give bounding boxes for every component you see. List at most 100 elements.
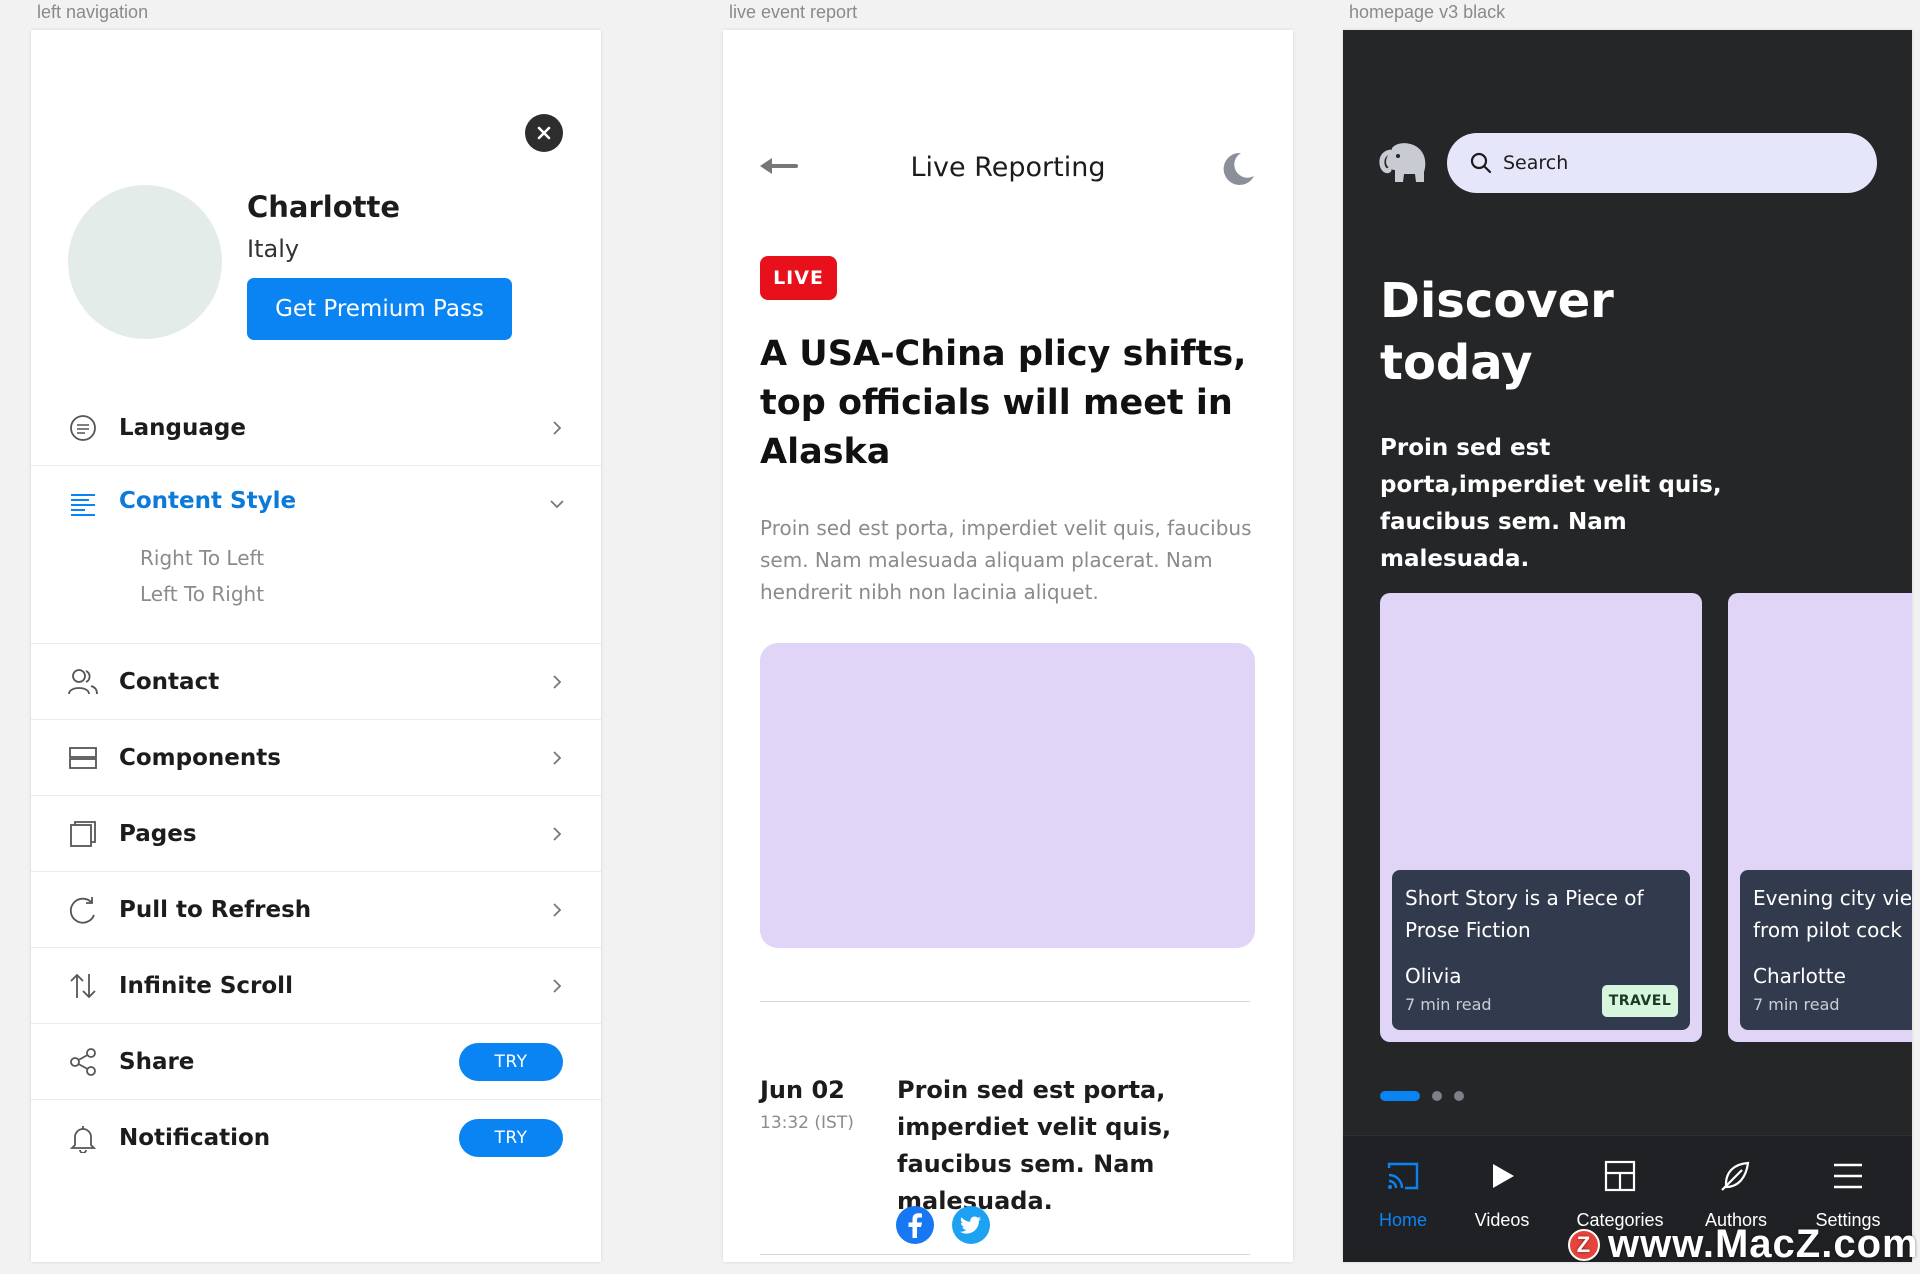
story-author: Olivia <box>1405 964 1462 988</box>
submenu-item-right-to-left[interactable]: Right To Left <box>140 546 264 570</box>
carousel-dot[interactable] <box>1454 1091 1464 1101</box>
search-placeholder: Search <box>1503 152 1569 174</box>
story-card[interactable]: Evening city vie from pilot cock Charlot… <box>1728 593 1912 1042</box>
update-date: Jun 02 <box>760 1076 845 1104</box>
menu-item-contact[interactable]: Contact <box>31 644 601 720</box>
menu-item-components[interactable]: Components <box>31 720 601 796</box>
pages-icon <box>67 818 99 850</box>
cast-icon <box>1383 1156 1423 1196</box>
chevron-right-icon <box>547 824 567 844</box>
tab-settings[interactable]: Settings <box>1798 1156 1898 1231</box>
watermark-text: www.MacZ.com <box>1608 1222 1919 1266</box>
menu-item-pull-to-refresh[interactable]: Pull to Refresh <box>31 872 601 948</box>
menu-item-label: Pages <box>119 820 197 847</box>
menu-item-label: Pull to Refresh <box>119 896 312 923</box>
grid-layout-icon <box>1600 1156 1640 1196</box>
users-icon <box>67 666 99 698</box>
try-button[interactable]: TRY <box>459 1119 563 1157</box>
update-text: Proin sed est porta, imperdiet velit qui… <box>897 1076 1172 1215</box>
sort-arrows-icon <box>67 970 99 1002</box>
get-premium-pass-button[interactable]: Get Premium Pass <box>247 278 512 340</box>
menu-item-label: Components <box>119 744 281 771</box>
tab-categories[interactable]: Categories <box>1570 1156 1670 1231</box>
story-title: Evening city vie from pilot cock <box>1753 886 1912 942</box>
media-placeholder[interactable] <box>760 643 1255 948</box>
story-author: Charlotte <box>1753 964 1846 988</box>
search-input[interactable]: Search <box>1447 133 1877 193</box>
facebook-share-button[interactable] <box>896 1206 934 1244</box>
align-text-icon <box>67 488 99 520</box>
avatar[interactable] <box>68 185 222 339</box>
menu-item-label: Content Style <box>119 488 297 514</box>
chevron-right-icon <box>547 748 567 768</box>
menu-item-label: Contact <box>119 668 220 695</box>
share-icon <box>67 1046 99 1078</box>
menu-item-notification[interactable]: Notification TRY <box>31 1100 601 1176</box>
tab-label: Videos <box>1474 1210 1530 1230</box>
story-title: Short Story is a Piece of Prose Fiction <box>1405 886 1644 942</box>
story-card-info: Short Story is a Piece of Prose Fiction … <box>1392 870 1690 1030</box>
story-card-info: Evening city vie from pilot cock Charlot… <box>1740 870 1912 1030</box>
category-tag[interactable]: TRAVEL <box>1602 985 1678 1017</box>
story-read-time: 7 min read <box>1405 995 1492 1014</box>
live-badge: LIVE <box>760 256 837 300</box>
story-card[interactable]: Short Story is a Piece of Prose Fiction … <box>1380 593 1702 1042</box>
page-title: Live Reporting <box>910 152 1106 183</box>
feather-icon <box>1716 1156 1756 1196</box>
chat-bubble-icon <box>67 412 99 444</box>
frame-label-live-event-report: live event report <box>729 2 858 22</box>
elephant-logo-icon <box>1379 143 1426 182</box>
divider <box>760 1254 1250 1255</box>
tab-authors[interactable]: Authors <box>1686 1156 1786 1231</box>
update-time: 13:32 (IST) <box>760 1113 854 1133</box>
menu-item-label: Notification <box>119 1125 271 1151</box>
story-read-time: 7 min read <box>1753 995 1840 1014</box>
frame-label-homepage-v3-black: homepage v3 black <box>1349 2 1506 22</box>
watermark: Z www.MacZ.com <box>1568 1222 1919 1267</box>
page-heading: Discover today <box>1380 273 1614 391</box>
nav-menu: Language Content Style Right To Left Lef… <box>31 390 601 1176</box>
menu-item-label: Share <box>119 1048 195 1075</box>
chevron-right-icon <box>547 900 567 920</box>
menu-item-share[interactable]: Share TRY <box>31 1024 601 1100</box>
menu-lines-icon <box>1828 1156 1868 1196</box>
menu-item-language[interactable]: Language <box>31 390 601 466</box>
search-icon <box>1470 152 1492 174</box>
twitter-icon <box>960 1216 981 1234</box>
tab-label: Home <box>1378 1210 1427 1230</box>
tab-videos[interactable]: Videos <box>1452 1156 1552 1231</box>
twitter-share-button[interactable] <box>952 1206 990 1244</box>
menu-item-content-style[interactable]: Content Style Right To Left Left To Righ… <box>31 466 601 644</box>
watermark-badge: Z <box>1568 1228 1600 1261</box>
submenu-item-left-to-right[interactable]: Left To Right <box>140 582 264 606</box>
menu-item-label: Language <box>119 414 246 441</box>
page-intro: Proin sed est porta,imperdiet velit quis… <box>1380 435 1722 572</box>
article-summary: Proin sed est porta, imperdiet velit qui… <box>760 516 1252 604</box>
menu-item-pages[interactable]: Pages <box>31 796 601 872</box>
left-navigation-panel: Charlotte Italy Get Premium Pass Languag… <box>31 30 601 1262</box>
live-event-report-panel: Live Reporting LIVE A USA-China plicy sh… <box>723 30 1293 1262</box>
carousel-dot[interactable] <box>1432 1091 1442 1101</box>
layers-icon <box>67 742 99 774</box>
bell-icon <box>67 1122 99 1154</box>
carousel-indicator <box>1380 1091 1464 1101</box>
close-icon <box>537 126 551 140</box>
refresh-icon <box>67 894 99 926</box>
profile-country: Italy <box>247 235 300 263</box>
divider <box>760 1001 1250 1002</box>
try-button[interactable]: TRY <box>459 1043 563 1081</box>
tab-home[interactable]: Home <box>1353 1156 1453 1231</box>
close-button[interactable] <box>525 114 563 152</box>
chevron-right-icon <box>547 418 567 438</box>
chevron-right-icon <box>547 672 567 692</box>
frame-label-left-navigation: left navigation <box>37 2 149 22</box>
play-icon <box>1482 1156 1522 1196</box>
facebook-icon <box>908 1213 922 1238</box>
menu-item-label: Infinite Scroll <box>119 972 293 999</box>
carousel-dot-active[interactable] <box>1380 1091 1420 1101</box>
profile-name: Charlotte <box>247 190 401 224</box>
article-headline: A USA-China plicy shifts, top officials … <box>760 334 1247 472</box>
menu-item-infinite-scroll[interactable]: Infinite Scroll <box>31 948 601 1024</box>
homepage-v3-panel: Search Discover today Proin sed est port… <box>1343 30 1912 1262</box>
moon-icon[interactable] <box>1219 150 1257 188</box>
